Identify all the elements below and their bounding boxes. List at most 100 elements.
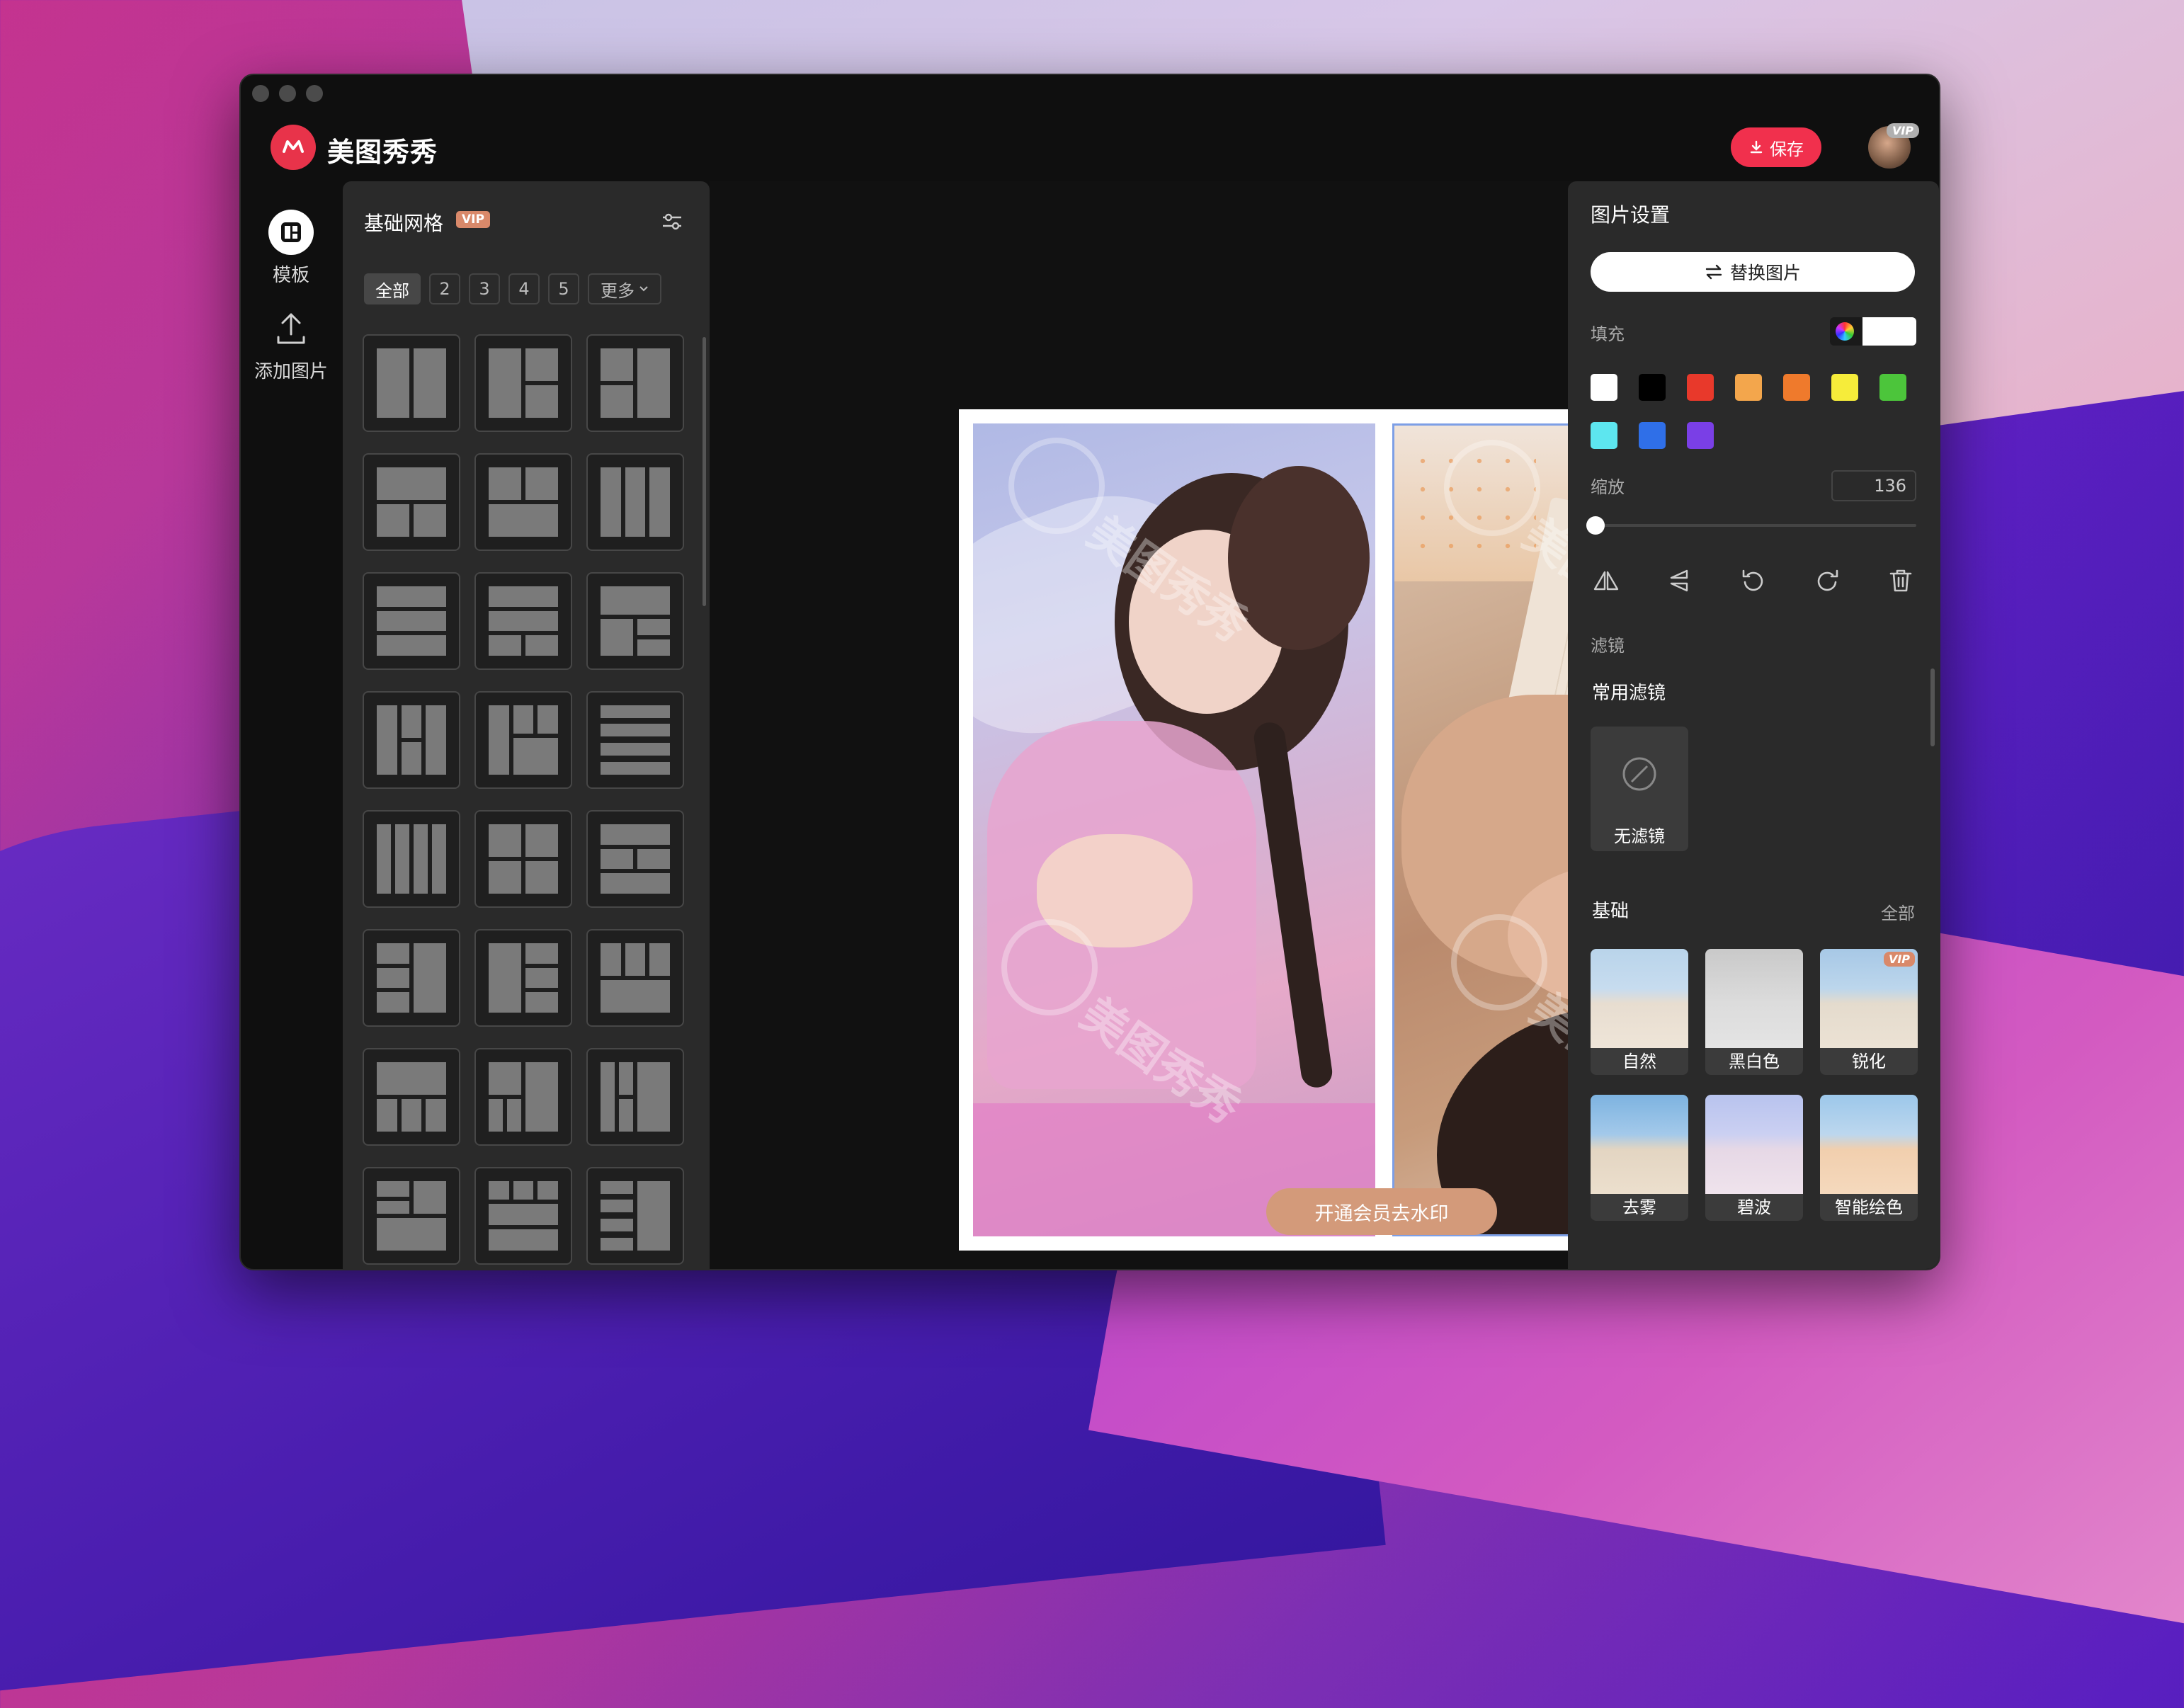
tab-all[interactable]: 全部	[364, 273, 421, 304]
template-cell[interactable]	[474, 810, 572, 908]
template-cell[interactable]	[363, 691, 460, 789]
template-cell[interactable]	[363, 334, 460, 432]
tab-more[interactable]: 更多	[588, 273, 661, 304]
template-cell[interactable]	[586, 810, 684, 908]
color-swatch[interactable]	[1687, 374, 1714, 401]
rail-label-add-image: 添加图片	[254, 361, 328, 382]
template-cell[interactable]	[586, 1048, 684, 1146]
template-cell[interactable]	[586, 1167, 684, 1265]
template-cell[interactable]	[586, 572, 684, 670]
template-cell[interactable]	[474, 572, 572, 670]
filter-sharpen[interactable]: VIP 锐化	[1820, 949, 1918, 1075]
filter-dehaze[interactable]: 去雾	[1591, 1095, 1688, 1221]
color-swatch[interactable]	[1687, 422, 1714, 449]
color-swatch[interactable]	[1591, 374, 1617, 401]
filter-grid: 自然 黑白色 VIP 锐化 去雾 碧波 智能绘色	[1591, 949, 1918, 1221]
tab-5[interactable]: 5	[548, 273, 579, 304]
zoom-slider[interactable]	[1586, 516, 1916, 535]
template-cell[interactable]	[586, 334, 684, 432]
no-filter-icon	[1622, 757, 1656, 791]
template-vip-badge: VIP	[456, 211, 490, 228]
template-cell[interactable]	[363, 572, 460, 670]
template-cell[interactable]	[586, 453, 684, 551]
vip-badge: VIP	[1886, 123, 1919, 138]
filter-preview-image	[1705, 1095, 1803, 1194]
flip-horizontal-icon[interactable]	[1591, 565, 1622, 596]
remove-watermark-button[interactable]: 开通会员去水印	[1266, 1188, 1497, 1235]
watermark-logo-icon	[1008, 438, 1105, 534]
all-filters-link[interactable]: 全部	[1881, 899, 1915, 924]
replace-image-button[interactable]: 替换图片	[1591, 252, 1915, 292]
window-controls	[252, 85, 323, 102]
color-swatch[interactable]	[1831, 374, 1858, 401]
filter-biwave[interactable]: 碧波	[1705, 1095, 1803, 1221]
color-swatch[interactable]	[1783, 374, 1810, 401]
filter-bw[interactable]: 黑白色	[1705, 949, 1803, 1075]
template-cell[interactable]	[363, 1048, 460, 1146]
template-cell[interactable]	[474, 1048, 572, 1146]
template-cell[interactable]	[363, 1167, 460, 1265]
tab-2[interactable]: 2	[429, 273, 460, 304]
template-cell[interactable]	[586, 929, 684, 1027]
tab-3[interactable]: 3	[469, 273, 500, 304]
rotate-left-icon[interactable]	[1738, 565, 1769, 596]
filter-settings-icon[interactable]	[660, 210, 684, 234]
filter-label: 黑白色	[1729, 1052, 1780, 1071]
watermark-logo-icon	[1001, 919, 1098, 1015]
template-cell[interactable]	[363, 810, 460, 908]
template-scrollbar[interactable]	[703, 337, 706, 606]
zoom-slider-handle[interactable]	[1586, 516, 1605, 535]
left-rail: 模板 添加图片	[241, 181, 341, 1269]
canvas-area: 美图秀秀 美图秀秀 美图秀秀 美图秀秀 开通会员去水印	[710, 181, 1809, 1269]
color-swatch[interactable]	[1639, 374, 1666, 401]
close-window-button[interactable]	[252, 85, 269, 102]
fill-color-picker[interactable]	[1830, 317, 1916, 346]
settings-title: 图片设置	[1591, 203, 1671, 227]
no-filter-label: 无滤镜	[1614, 826, 1665, 846]
filter-smart-color[interactable]: 智能绘色	[1820, 1095, 1918, 1221]
template-cell[interactable]	[474, 929, 572, 1027]
color-swatch[interactable]	[1591, 422, 1617, 449]
delete-icon[interactable]	[1885, 565, 1916, 596]
filter-preview-image	[1591, 1095, 1688, 1194]
save-button[interactable]: 保存	[1731, 127, 1821, 167]
layout-icon	[268, 210, 314, 255]
rail-item-add-image[interactable]: 添加图片	[241, 306, 341, 383]
color-swatches	[1591, 374, 1923, 449]
template-tabs: 全部 2 3 4 5 更多	[364, 273, 661, 304]
template-cell[interactable]	[363, 453, 460, 551]
app-window: 美图秀秀 保存 VIP 模板 添加图片 基础网格 VIP 全部 2 3 4 5 …	[239, 74, 1940, 1270]
maximize-window-button[interactable]	[306, 85, 323, 102]
template-cell[interactable]	[474, 334, 572, 432]
color-swatch[interactable]	[1639, 422, 1666, 449]
template-cell[interactable]	[586, 691, 684, 789]
minimize-window-button[interactable]	[279, 85, 296, 102]
filter-label: 碧波	[1737, 1197, 1771, 1217]
flip-vertical-icon[interactable]	[1664, 565, 1695, 596]
color-swatch[interactable]	[1879, 374, 1906, 401]
common-filters-title: 常用滤镜	[1592, 683, 1666, 704]
zoom-label: 缩放	[1591, 477, 1625, 497]
filter-label: 去雾	[1622, 1197, 1656, 1217]
app-title: 美图秀秀	[327, 137, 438, 168]
template-cell[interactable]	[474, 691, 572, 789]
image-settings-panel: 图片设置 替换图片 填充 缩放 136 滤镜 常用滤镜 无滤镜 基础 全部 自然…	[1568, 181, 1939, 1269]
template-cell[interactable]	[474, 453, 572, 551]
filter-label: 锐化	[1852, 1052, 1886, 1071]
template-cell[interactable]	[474, 1167, 572, 1265]
image-toolbar	[1591, 565, 1916, 596]
color-swatch[interactable]	[1735, 374, 1762, 401]
no-filter-option[interactable]: 无滤镜	[1591, 727, 1688, 851]
filter-natural[interactable]: 自然	[1591, 949, 1688, 1075]
swap-icon	[1705, 264, 1722, 280]
rotate-right-icon[interactable]	[1812, 565, 1843, 596]
rail-item-template[interactable]: 模板	[241, 210, 341, 287]
collage-photo-left[interactable]: 美图秀秀 美图秀秀	[973, 423, 1375, 1236]
tab-4[interactable]: 4	[508, 273, 540, 304]
zoom-value-input[interactable]: 136	[1831, 470, 1916, 501]
save-label: 保存	[1770, 139, 1804, 159]
template-grid	[363, 334, 684, 1265]
filter-preview-image	[1820, 1095, 1918, 1194]
settings-scrollbar[interactable]	[1930, 668, 1935, 746]
template-cell[interactable]	[363, 929, 460, 1027]
